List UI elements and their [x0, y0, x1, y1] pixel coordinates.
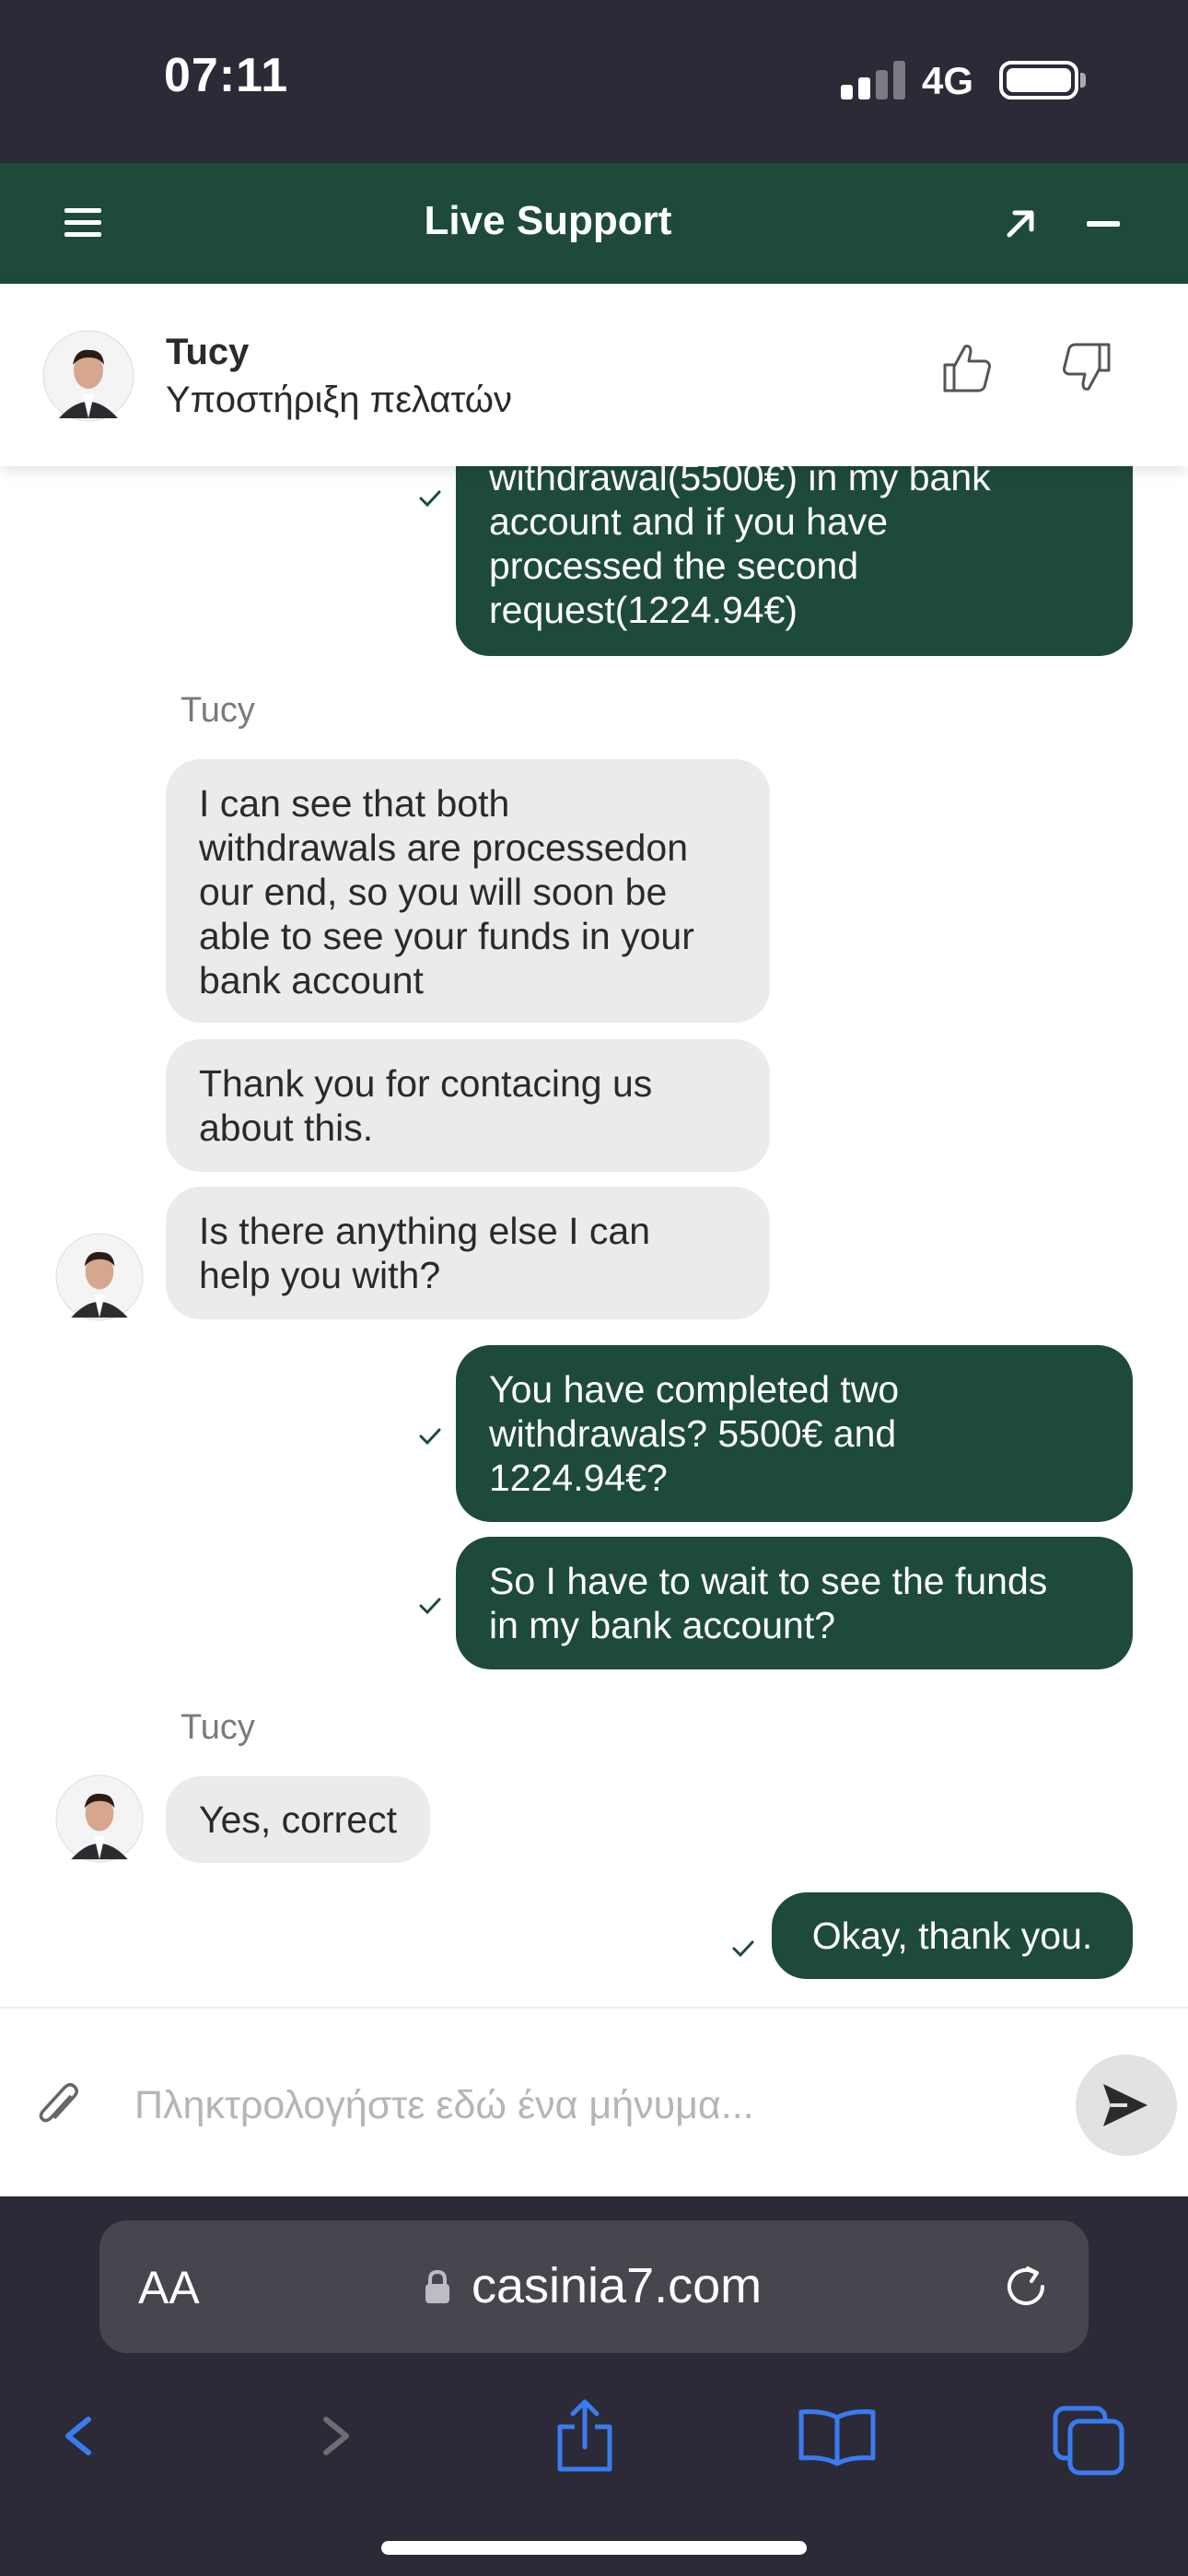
- browser-toolbar: AA casinia7.com: [0, 2196, 1188, 2576]
- expand-icon[interactable]: [1000, 204, 1041, 244]
- url-text: casinia7.com: [472, 2258, 763, 2313]
- header-title: Live Support: [424, 198, 672, 243]
- sent-check-icon: [418, 1426, 442, 1446]
- status-bar: 07:11 4G: [0, 0, 1188, 163]
- reader-aa-button[interactable]: AA: [138, 2261, 200, 2314]
- send-icon: [1103, 2084, 1147, 2126]
- send-button[interactable]: [1076, 2055, 1177, 2156]
- message-bubble-outgoing: Okay, thank you.: [772, 1892, 1133, 1979]
- network-type: 4G: [922, 59, 974, 102]
- message-input[interactable]: [134, 2073, 1055, 2137]
- battery-tip: [1080, 73, 1086, 88]
- sent-check-icon: [418, 1596, 442, 1616]
- message-bubble-incoming: Thank you for contacing us about this.: [166, 1039, 770, 1172]
- agent-avatar: [42, 330, 134, 422]
- agent-avatar: [55, 1233, 144, 1321]
- support-header: Live Support: [0, 163, 1188, 284]
- agent-name: Tucy: [166, 332, 250, 372]
- message-composer: [0, 2007, 1188, 2196]
- paperclip-icon[interactable]: [35, 2078, 81, 2130]
- agent-bar: Tucy Υποστήριξη πελατών: [0, 284, 1188, 466]
- status-time: 07:11: [164, 49, 289, 102]
- browser-nav-row: [0, 2381, 1188, 2491]
- sent-check-icon: [418, 488, 442, 509]
- address-bar[interactable]: AA casinia7.com: [99, 2220, 1089, 2353]
- message-bubble-incoming: I can see that both withdrawals are proc…: [166, 759, 770, 1023]
- forward-icon[interactable]: [313, 2381, 359, 2491]
- agent-role: Υποστήριξη πελατών: [166, 380, 513, 420]
- thumbs-up-icon[interactable]: [939, 339, 996, 396]
- home-indicator[interactable]: [381, 2541, 807, 2555]
- message-bubble-outgoing: So I have to wait to see the funds in my…: [456, 1537, 1133, 1669]
- sender-name: Tucy: [181, 1708, 255, 1747]
- minimize-icon[interactable]: [1087, 221, 1120, 227]
- chat-area[interactable]: withdrawal(5500€) in my bank account and…: [0, 466, 1188, 2007]
- agent-avatar: [55, 1774, 144, 1863]
- cellular-signal-icon: [841, 61, 905, 100]
- reload-icon[interactable]: [1000, 2261, 1052, 2313]
- message-bubble-incoming: Yes, correct: [166, 1776, 430, 1863]
- sent-check-icon: [731, 1938, 755, 1959]
- tabs-icon[interactable]: [1050, 2381, 1127, 2491]
- lock-icon: [424, 2268, 451, 2305]
- bookmarks-icon[interactable]: [796, 2381, 879, 2491]
- sender-name: Tucy: [181, 691, 255, 730]
- back-icon[interactable]: [55, 2381, 101, 2491]
- thumbs-down-icon[interactable]: [1057, 339, 1114, 396]
- battery-icon: [999, 61, 1078, 100]
- message-bubble-incoming: Is there anything else I can help you wi…: [166, 1187, 770, 1319]
- message-bubble-outgoing: You have completed two withdrawals? 5500…: [456, 1345, 1133, 1522]
- message-bubble-outgoing: withdrawal(5500€) in my bank account and…: [456, 466, 1133, 656]
- share-icon[interactable]: [553, 2381, 617, 2491]
